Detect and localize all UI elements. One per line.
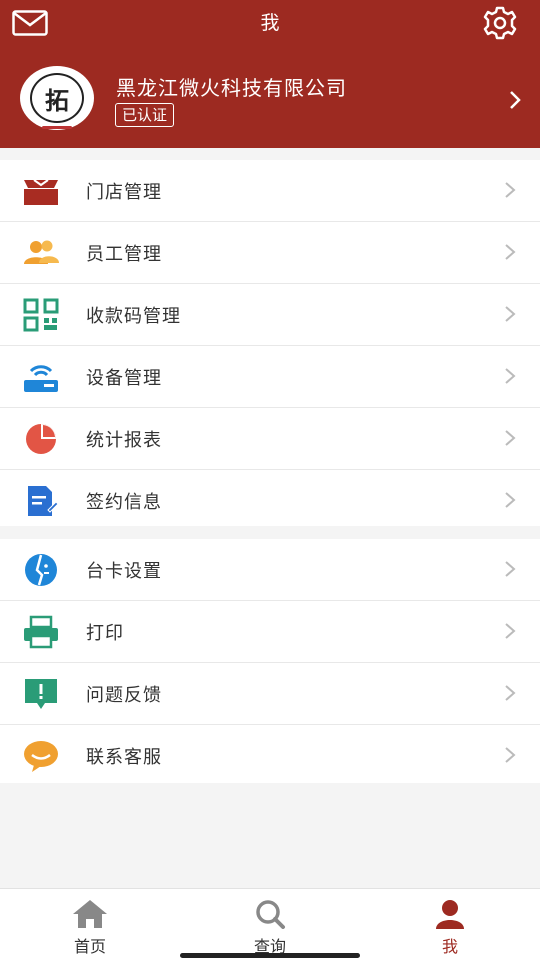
menu-item-qr-code-management[interactable]: 收款码管理 [0, 284, 540, 346]
verified-badge: 已认证 [115, 103, 175, 127]
menu-item-label: 问题反馈 [86, 685, 162, 706]
menu-item-label: 收款码管理 [86, 306, 181, 327]
page-title: 我 [260, 12, 280, 34]
avatar: 拓 [20, 66, 94, 130]
company-profile[interactable]: 拓 黑龙江微火科技有限公司 已认证 [0, 66, 540, 132]
chevron-right-icon [505, 182, 516, 198]
document-icon [28, 486, 59, 516]
tab-search[interactable]: 查询 [180, 889, 360, 961]
feedback-icon [25, 679, 57, 709]
menu-item-label: 打印 [86, 623, 124, 644]
top-bar: 我 [0, 0, 540, 44]
router-icon [24, 365, 58, 392]
bottom-tab-bar: 首页 查询 我 [0, 888, 540, 961]
qr-code-icon [23, 298, 59, 332]
menu-item-label: 员工管理 [86, 244, 162, 265]
menu-group-tools: 台卡设置 打印 问题反馈 联系客服 [0, 539, 540, 783]
company-name: 黑龙江微火科技有限公司 [116, 76, 347, 100]
chat-bubble-icon [24, 741, 58, 772]
chevron-right-icon [505, 244, 516, 260]
tab-label: 我 [441, 937, 458, 956]
chevron-right-icon [505, 306, 516, 322]
chevron-right-icon [505, 685, 516, 701]
chevron-right-icon [505, 561, 516, 577]
menu-item-device-management[interactable]: 设备管理 [0, 346, 540, 408]
menu-item-card-stand-settings[interactable]: 台卡设置 [0, 539, 540, 601]
menu-item-customer-service[interactable]: 联系客服 [0, 725, 540, 786]
chevron-right-icon [505, 623, 516, 639]
menu-item-label: 门店管理 [86, 182, 162, 203]
printer-icon [24, 615, 58, 649]
chevron-right-icon [505, 368, 516, 384]
home-icon [73, 900, 107, 928]
menu-item-label: 联系客服 [86, 747, 162, 768]
profile-header: 我 拓 黑龙江微火科技有限公司 已认证 [0, 0, 540, 148]
tab-label: 首页 [73, 937, 106, 956]
user-icon [436, 900, 464, 929]
menu-item-contract-info[interactable]: 签约信息 [0, 470, 540, 531]
menu-item-label: 签约信息 [86, 492, 162, 513]
tab-me[interactable]: 我 [360, 889, 540, 961]
tab-home[interactable]: 首页 [0, 889, 180, 961]
menu-item-label: 统计报表 [86, 430, 162, 451]
menu-item-staff-management[interactable]: 员工管理 [0, 222, 540, 284]
chevron-right-icon [505, 492, 516, 508]
search-icon [256, 900, 285, 929]
menu-item-label: 设备管理 [86, 368, 162, 389]
menu-item-label: 台卡设置 [86, 561, 162, 582]
staff-icon [24, 240, 59, 264]
home-indicator [180, 953, 360, 958]
menu-item-print[interactable]: 打印 [0, 601, 540, 663]
menu-item-feedback[interactable]: 问题反馈 [0, 663, 540, 725]
gear-icon[interactable] [482, 6, 518, 40]
store-icon [24, 179, 58, 205]
chevron-right-icon [510, 91, 521, 109]
menu-item-statistics-report[interactable]: 统计报表 [0, 408, 540, 470]
pie-chart-icon [26, 424, 56, 454]
menu-item-store-management[interactable]: 门店管理 [0, 160, 540, 222]
chevron-right-icon [505, 430, 516, 446]
company-logo: 拓 [30, 73, 84, 129]
menu-group-management: 门店管理 员工管理 收款码管理 设备管理 统计报表 签约信息 [0, 160, 540, 526]
card-stand-icon [25, 554, 57, 586]
chevron-right-icon [505, 747, 516, 763]
